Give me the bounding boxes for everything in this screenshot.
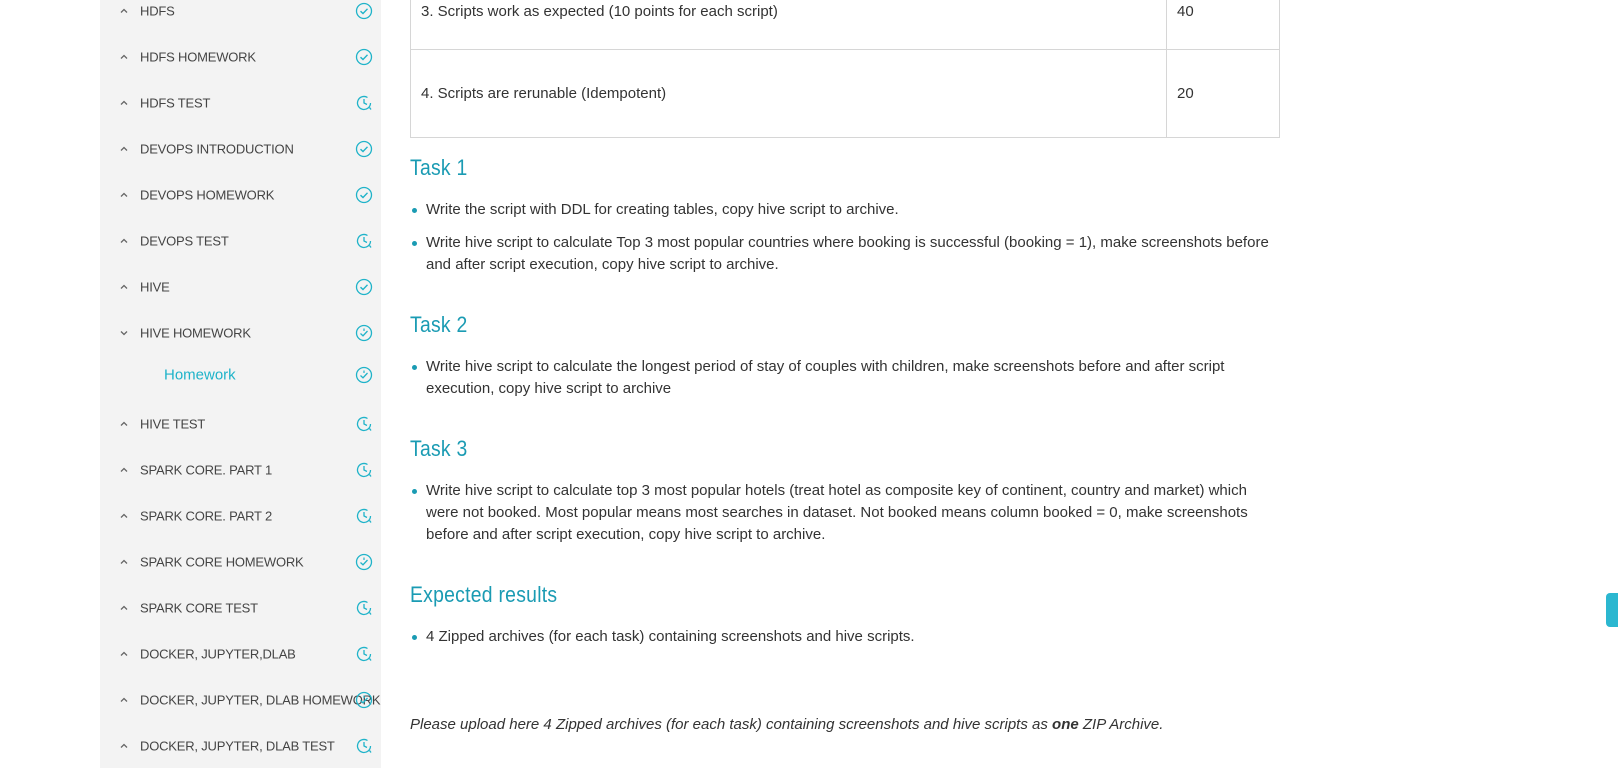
review-clock-icon: [355, 691, 373, 709]
points-cell: 40: [1166, 0, 1280, 50]
check-circle-icon: [355, 186, 373, 204]
sidebar-item-label: HDFS HOMEWORK: [140, 49, 256, 65]
sidebar-subitem-homework[interactable]: Homework: [100, 355, 381, 395]
upload-note: Please upload here 4 Zipped archives (fo…: [410, 716, 1163, 733]
homework-content: 3. Scripts work as expected (10 points f…: [410, 0, 1280, 750]
chevron-up-icon: [118, 694, 130, 706]
review-clock-icon: [355, 366, 373, 384]
sidebar-item-hive[interactable]: HIVE: [100, 267, 381, 307]
sidebar-item-spark-core-part-1[interactable]: SPARK CORE. PART 1: [100, 450, 381, 490]
sidebar-item-spark-core-test[interactable]: SPARK CORE TEST: [100, 588, 381, 628]
sidebar-item-label: SPARK CORE TEST: [140, 600, 258, 616]
chevron-up-icon: [118, 5, 130, 17]
upload-note-text: Please upload here 4 Zipped archives (fo…: [410, 716, 1053, 733]
sidebar-item-label: SPARK CORE. PART 1: [140, 462, 272, 478]
task-3-list: Write hive script to calculate top 3 mos…: [410, 480, 1270, 557]
table-row: 3. Scripts work as expected (10 points f…: [410, 0, 1280, 50]
chevron-up-icon: [118, 235, 130, 247]
task-1-heading: Task 1: [410, 155, 468, 180]
chevron-up-icon: [118, 464, 130, 476]
sidebar-item-devops-test[interactable]: DEVOPS TEST: [100, 221, 381, 261]
list-item: Write hive script to calculate the longe…: [410, 356, 1270, 400]
review-clock-icon: [355, 553, 373, 571]
sidebar-item-hdfs-test[interactable]: HDFS TEST: [100, 83, 381, 123]
sidebar-item-label: HDFS TEST: [140, 95, 211, 111]
sidebar-item-spark-core-homework[interactable]: SPARK CORE HOMEWORK: [100, 542, 381, 582]
sidebar-item-hive-homework[interactable]: HIVE HOMEWORK: [100, 313, 381, 353]
sidebar-item-label: HIVE TEST: [140, 416, 206, 432]
chevron-down-icon: [118, 327, 130, 339]
sidebar-item-hdfs[interactable]: HDFS: [100, 0, 381, 31]
sidebar-item-label: DOCKER, JUPYTER, DLAB TEST: [140, 738, 335, 754]
list-item: Write the script with DDL for creating t…: [410, 199, 1270, 221]
clock-icon: [355, 645, 373, 663]
sidebar-item-devops-introduction[interactable]: DEVOPS INTRODUCTION: [100, 129, 381, 169]
expected-results-list: 4 Zipped archives (for each task) contai…: [410, 626, 1270, 659]
sidebar-item-devops-homework[interactable]: DEVOPS HOMEWORK: [100, 175, 381, 215]
chevron-up-icon: [118, 648, 130, 660]
sidebar-item-label: DEVOPS INTRODUCTION: [140, 141, 294, 157]
chevron-up-icon: [118, 418, 130, 430]
chevron-up-icon: [118, 556, 130, 568]
task-3-heading: Task 3: [410, 436, 468, 461]
clock-icon: [355, 599, 373, 617]
review-clock-icon: [355, 324, 373, 342]
list-item: 4 Zipped archives (for each task) contai…: [410, 626, 1270, 648]
chevron-up-icon: [118, 97, 130, 109]
sidebar-item-label: DEVOPS HOMEWORK: [140, 187, 275, 203]
sidebar-item-hive-test[interactable]: HIVE TEST: [100, 404, 381, 444]
table-row: 4. Scripts are rerunable (Idempotent) 20: [410, 49, 1280, 138]
sidebar-item-docker-jupyter-dlab-test[interactable]: DOCKER, JUPYTER, DLAB TEST: [100, 726, 381, 766]
sidebar-item-label: DEVOPS TEST: [140, 233, 229, 249]
check-circle-icon: [355, 140, 373, 158]
chevron-up-icon: [118, 143, 130, 155]
clock-icon: [355, 461, 373, 479]
sidebar-subitem-label: Homework: [164, 366, 236, 384]
sidebar-item-label: HIVE: [140, 279, 170, 295]
chevron-up-icon: [118, 740, 130, 752]
check-circle-icon: [355, 48, 373, 66]
chevron-up-icon: [118, 51, 130, 63]
clock-icon: [355, 94, 373, 112]
upload-note-text-end: ZIP Archive.: [1078, 716, 1164, 733]
feedback-tab[interactable]: [1606, 593, 1618, 627]
criterion-cell: 3. Scripts work as expected (10 points f…: [410, 0, 1167, 50]
chevron-up-icon: [118, 510, 130, 522]
sidebar-item-label: HIVE HOMEWORK: [140, 325, 251, 341]
list-item: Write hive script to calculate top 3 mos…: [410, 480, 1270, 546]
sidebar-item-spark-core-part-2[interactable]: SPARK CORE. PART 2: [100, 496, 381, 536]
clock-icon: [355, 737, 373, 755]
criteria-table: 3. Scripts work as expected (10 points f…: [410, 0, 1280, 138]
course-sidebar: HDFS HDFS HOMEWORK HDFS TEST DEVOPS INTR…: [100, 0, 381, 768]
criterion-cell: 4. Scripts are rerunable (Idempotent): [410, 49, 1167, 138]
expected-results-heading: Expected results: [410, 582, 558, 607]
upload-note-emphasis: one: [1052, 716, 1079, 733]
sidebar-item-label: SPARK CORE HOMEWORK: [140, 554, 304, 570]
clock-icon: [355, 415, 373, 433]
sidebar-item-label: HDFS: [140, 3, 175, 19]
check-circle-icon: [355, 278, 373, 296]
sidebar-item-label: DOCKER, JUPYTER, DLAB HOMEWORK: [140, 692, 381, 708]
sidebar-item-label: SPARK CORE. PART 2: [140, 508, 272, 524]
task-2-heading: Task 2: [410, 312, 468, 337]
sidebar-item-hdfs-homework[interactable]: HDFS HOMEWORK: [100, 37, 381, 77]
sidebar-item-label: DOCKER, JUPYTER,DLAB: [140, 646, 296, 662]
clock-icon: [355, 507, 373, 525]
clock-icon: [355, 232, 373, 250]
points-cell: 20: [1166, 49, 1280, 138]
sidebar-item-docker-jupyter-dlab[interactable]: DOCKER, JUPYTER,DLAB: [100, 634, 381, 674]
task-2-list: Write hive script to calculate the longe…: [410, 356, 1270, 411]
task-1-list: Write the script with DDL for creating t…: [410, 199, 1270, 287]
chevron-up-icon: [118, 189, 130, 201]
sidebar-item-docker-jupyter-dlab-homework[interactable]: DOCKER, JUPYTER, DLAB HOMEWORK: [100, 680, 381, 720]
list-item: Write hive script to calculate Top 3 mos…: [410, 232, 1270, 276]
chevron-up-icon: [118, 602, 130, 614]
chevron-up-icon: [118, 281, 130, 293]
check-circle-icon: [355, 2, 373, 20]
